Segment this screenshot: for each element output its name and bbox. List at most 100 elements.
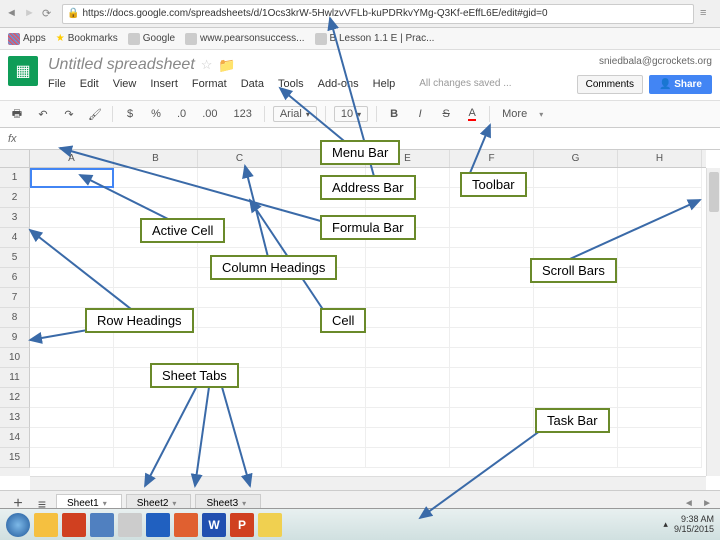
cell[interactable]	[114, 168, 198, 188]
row-header[interactable]: 9	[0, 328, 30, 348]
cell[interactable]	[618, 268, 702, 288]
cell[interactable]	[366, 268, 450, 288]
row-header[interactable]: 5	[0, 248, 30, 268]
back-icon[interactable]: ◄	[6, 7, 20, 21]
font-select[interactable]: Arial▾	[273, 106, 317, 122]
task-icon[interactable]	[62, 513, 86, 537]
bold-button[interactable]: B	[385, 105, 403, 123]
cell[interactable]	[534, 168, 618, 188]
cell[interactable]	[618, 328, 702, 348]
bookmark-item[interactable]: Apps	[8, 33, 46, 45]
menu-addons[interactable]: Add-ons	[318, 78, 359, 90]
cell[interactable]	[30, 288, 114, 308]
menu-file[interactable]: File	[48, 78, 66, 90]
col-header[interactable]: F	[450, 150, 534, 167]
cell[interactable]	[618, 308, 702, 328]
cell[interactable]	[534, 288, 618, 308]
row-header[interactable]: 2	[0, 188, 30, 208]
task-icon[interactable]: P	[230, 513, 254, 537]
row-header[interactable]: 3	[0, 208, 30, 228]
task-icon[interactable]	[34, 513, 58, 537]
cell[interactable]	[30, 168, 114, 188]
cell[interactable]	[534, 208, 618, 228]
row-header[interactable]: 10	[0, 348, 30, 368]
row-header[interactable]: 8	[0, 308, 30, 328]
cell[interactable]	[198, 188, 282, 208]
cell[interactable]	[366, 288, 450, 308]
cell[interactable]	[534, 368, 618, 388]
cell[interactable]	[114, 448, 198, 468]
cell[interactable]	[534, 308, 618, 328]
star-icon[interactable]: ☆	[201, 57, 213, 73]
cell[interactable]	[114, 408, 198, 428]
cell[interactable]	[366, 248, 450, 268]
clock[interactable]: 9:38 AM 9/15/2015	[674, 515, 714, 535]
cell[interactable]	[198, 428, 282, 448]
row-header[interactable]: 13	[0, 408, 30, 428]
task-icon[interactable]	[90, 513, 114, 537]
cell[interactable]	[114, 188, 198, 208]
cell[interactable]	[618, 348, 702, 368]
cell[interactable]	[366, 328, 450, 348]
cell[interactable]	[282, 348, 366, 368]
cell[interactable]	[618, 368, 702, 388]
cell[interactable]	[618, 288, 702, 308]
cell[interactable]	[366, 348, 450, 368]
task-icon[interactable]	[118, 513, 142, 537]
share-button[interactable]: 👤 Share	[649, 75, 712, 94]
bookmark-item[interactable]: ★Bookmarks	[56, 33, 118, 44]
cell[interactable]	[366, 368, 450, 388]
cell[interactable]	[534, 328, 618, 348]
col-header[interactable]: A	[30, 150, 114, 167]
cell[interactable]	[30, 408, 114, 428]
cell[interactable]	[30, 208, 114, 228]
cell[interactable]	[198, 448, 282, 468]
cell[interactable]	[30, 448, 114, 468]
cell[interactable]	[30, 428, 114, 448]
task-icon[interactable]	[174, 513, 198, 537]
row-header[interactable]: 4	[0, 228, 30, 248]
menu-icon[interactable]: ≡	[700, 7, 714, 21]
col-header[interactable]: C	[198, 150, 282, 167]
cell[interactable]	[450, 228, 534, 248]
cell[interactable]	[114, 288, 198, 308]
cell[interactable]	[450, 368, 534, 388]
cell[interactable]	[618, 428, 702, 448]
cell[interactable]	[450, 408, 534, 428]
row-header[interactable]: 7	[0, 288, 30, 308]
row-header[interactable]: 11	[0, 368, 30, 388]
tray-icon[interactable]: ▴	[663, 519, 668, 530]
cell[interactable]	[114, 388, 198, 408]
cell[interactable]	[198, 388, 282, 408]
select-all-corner[interactable]	[0, 150, 30, 168]
cell[interactable]	[30, 228, 114, 248]
italic-button[interactable]: I	[411, 105, 429, 123]
row-header[interactable]: 15	[0, 448, 30, 468]
forward-icon[interactable]: ►	[24, 7, 38, 21]
cell[interactable]	[366, 428, 450, 448]
cell[interactable]	[618, 388, 702, 408]
address-bar[interactable]: 🔒 https://docs.google.com/spreadsheets/d…	[62, 4, 694, 24]
user-email[interactable]: sniedbala@gcrockets.org	[599, 56, 712, 67]
menu-tools[interactable]: Tools	[278, 78, 304, 90]
strike-button[interactable]: S	[437, 105, 455, 123]
cell[interactable]	[366, 308, 450, 328]
cell[interactable]	[30, 368, 114, 388]
vertical-scrollbar[interactable]	[706, 168, 720, 476]
comments-button[interactable]: Comments	[577, 75, 643, 94]
percent-button[interactable]: %	[147, 105, 165, 123]
cell[interactable]	[450, 248, 534, 268]
document-title[interactable]: Untitled spreadsheet	[48, 56, 195, 74]
cell[interactable]	[450, 208, 534, 228]
cell[interactable]	[618, 448, 702, 468]
cell[interactable]	[450, 288, 534, 308]
cell[interactable]	[618, 408, 702, 428]
cell[interactable]	[30, 348, 114, 368]
cell[interactable]	[534, 448, 618, 468]
cell[interactable]	[618, 228, 702, 248]
dec-inc-button[interactable]: .00	[198, 108, 221, 120]
task-icon[interactable]	[146, 513, 170, 537]
cell[interactable]	[198, 288, 282, 308]
numfmt-button[interactable]: 123	[229, 108, 255, 120]
cell[interactable]	[450, 388, 534, 408]
